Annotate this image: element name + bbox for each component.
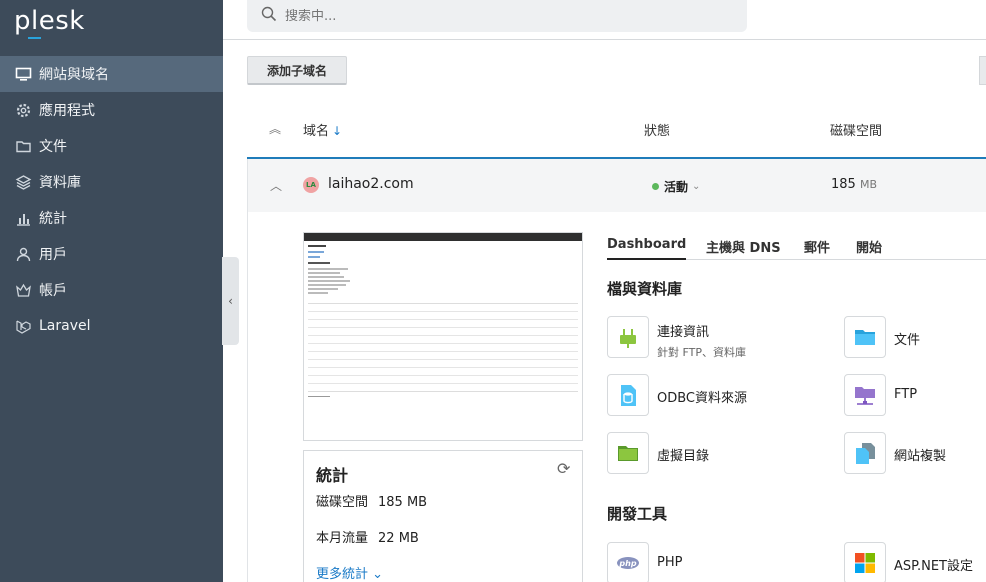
sidebar-item-label: 應用程式 (39, 103, 95, 119)
ftp-icon (844, 374, 886, 416)
sidebar-item-applications[interactable]: 應用程式 (0, 92, 223, 128)
domain-name-link[interactable]: laihao2.com (328, 176, 414, 192)
sidebar-item-label: 用戶 (39, 247, 67, 263)
monitor-icon (15, 66, 32, 83)
table-header: ︽ 域名 ↓ 狀態 磁碟空間 (247, 105, 986, 157)
sidebar-item-label: 資料庫 (39, 175, 81, 191)
search-bar[interactable] (247, 0, 747, 32)
aspnet-icon (844, 542, 886, 582)
tool-label: PHP (657, 555, 683, 570)
layers-icon (15, 174, 32, 191)
tool-label: 虛擬目錄 (657, 449, 710, 464)
disk-space-stat: 磁碟空間 185 MB (316, 495, 428, 510)
tool-website-copying[interactable]: 網站複製 (844, 432, 946, 474)
tool-label: 連接資訊 (657, 325, 710, 340)
bar-chart-icon (15, 210, 32, 227)
more-statistics-link[interactable]: 更多統計 ⌄ (316, 563, 383, 582)
tool-ftp[interactable]: FTP (844, 374, 917, 416)
laravel-icon (15, 318, 32, 335)
crown-icon (15, 282, 32, 299)
tool-connection-info[interactable]: 連接資訊針對 FTP、資料庫 (607, 316, 746, 360)
plug-icon (607, 316, 649, 358)
column-header-domain[interactable]: 域名 ↓ (303, 120, 342, 139)
plesk-logo[interactable]: plesk (14, 6, 85, 39)
domain-tabs: Dashboard 主機與 DNS 郵件 開始 (607, 235, 986, 260)
chevron-down-icon: ⌄ (372, 567, 384, 582)
toolbar-overflow-button[interactable] (979, 56, 986, 85)
search-input[interactable] (285, 8, 705, 24)
search-icon (261, 6, 277, 26)
website-preview-thumbnail[interactable] (303, 232, 583, 441)
tab-hosting-dns[interactable]: 主機與 DNS (706, 237, 781, 262)
tool-label: 網站複製 (894, 449, 947, 464)
tool-odbc[interactable]: ODBC資料來源 (607, 374, 747, 416)
tool-files[interactable]: 文件 (844, 316, 920, 358)
section-title-dev-tools: 開發工具 (607, 505, 668, 523)
section-title-files-db: 檔與資料庫 (607, 280, 683, 298)
user-icon (15, 246, 32, 263)
tool-label: FTP (894, 387, 918, 402)
refresh-icon[interactable]: ⟳ (557, 459, 570, 478)
sidebar-collapse-handle[interactable]: ‹ (222, 257, 239, 345)
sidebar-item-laravel[interactable]: Laravel (0, 308, 223, 344)
sort-arrow-icon: ↓ (332, 124, 343, 138)
sidebar-item-files[interactable]: 文件 (0, 128, 223, 164)
sidebar-item-account[interactable]: 帳戶 (0, 272, 223, 308)
sidebar-item-label: 統計 (39, 211, 67, 227)
tool-label: 文件 (894, 333, 921, 348)
status-dropdown[interactable]: 活動 ⌄ (652, 178, 700, 195)
statistics-title: 統計 (316, 466, 349, 485)
virtual-folder-icon (607, 432, 649, 474)
folder-icon (844, 316, 886, 358)
tab-dashboard[interactable]: Dashboard (607, 237, 687, 260)
sidebar-item-label: 網站與域名 (39, 67, 109, 83)
gear-icon (15, 102, 32, 119)
status-text: 活動 (664, 180, 689, 194)
top-divider (223, 39, 986, 40)
add-subdomain-button[interactable]: 添加子域名 (247, 56, 347, 85)
status-dot (652, 183, 659, 190)
tool-aspnet-settings[interactable]: ASP.NET設定 (844, 542, 973, 582)
tool-label: ASP.NET設定 (894, 559, 973, 574)
tab-getting-started[interactable]: 開始 (856, 237, 882, 262)
sidebar-item-label: 文件 (39, 139, 67, 155)
sidebar-item-websites[interactable]: 網站與域名 (0, 56, 223, 92)
tool-virtual-directories[interactable]: 虛擬目錄 (607, 432, 709, 474)
sidebar-item-databases[interactable]: 資料庫 (0, 164, 223, 200)
column-header-status[interactable]: 狀態 (644, 120, 670, 139)
sidebar-item-label: 帳戶 (39, 283, 67, 299)
tool-label: ODBC資料來源 (657, 391, 748, 406)
traffic-stat: 本月流量 22 MB (316, 531, 419, 546)
svg-text:php: php (618, 559, 636, 568)
folder-icon (15, 138, 32, 155)
sidebar-item-statistics[interactable]: 統計 (0, 200, 223, 236)
chevron-left-icon: ‹ (228, 294, 233, 308)
column-header-disk[interactable]: 磁碟空間 (830, 120, 882, 139)
sidebar-item-label: Laravel (39, 318, 91, 334)
chevron-up-icon[interactable]: ︿ (270, 177, 282, 194)
sidebar-item-users[interactable]: 用戶 (0, 236, 223, 272)
sidebar: plesk 網站與域名 應用程式 文件 資料庫 統計 用戶 帳戶 Laravel (0, 0, 223, 582)
detail-border (247, 212, 248, 582)
tool-sublabel: 針對 FTP、資料庫 (657, 346, 746, 359)
database-file-icon (607, 374, 649, 416)
tool-php[interactable]: php PHP (607, 542, 682, 582)
disk-usage: 185 MB (831, 177, 878, 192)
site-favicon: LA (303, 177, 319, 193)
chevron-down-icon: ⌄ (692, 181, 701, 192)
table-row[interactable]: ︿ LA laihao2.com 活動 ⌄ 185 MB (247, 159, 986, 212)
php-icon: php (607, 542, 649, 582)
collapse-all-icon[interactable]: ︽ (269, 120, 281, 137)
statistics-card: 統計 ⟳ 磁碟空間 185 MB 本月流量 22 MB 更多統計 ⌄ (303, 450, 583, 582)
copy-site-icon (844, 432, 886, 474)
tab-mail[interactable]: 郵件 (804, 237, 830, 262)
